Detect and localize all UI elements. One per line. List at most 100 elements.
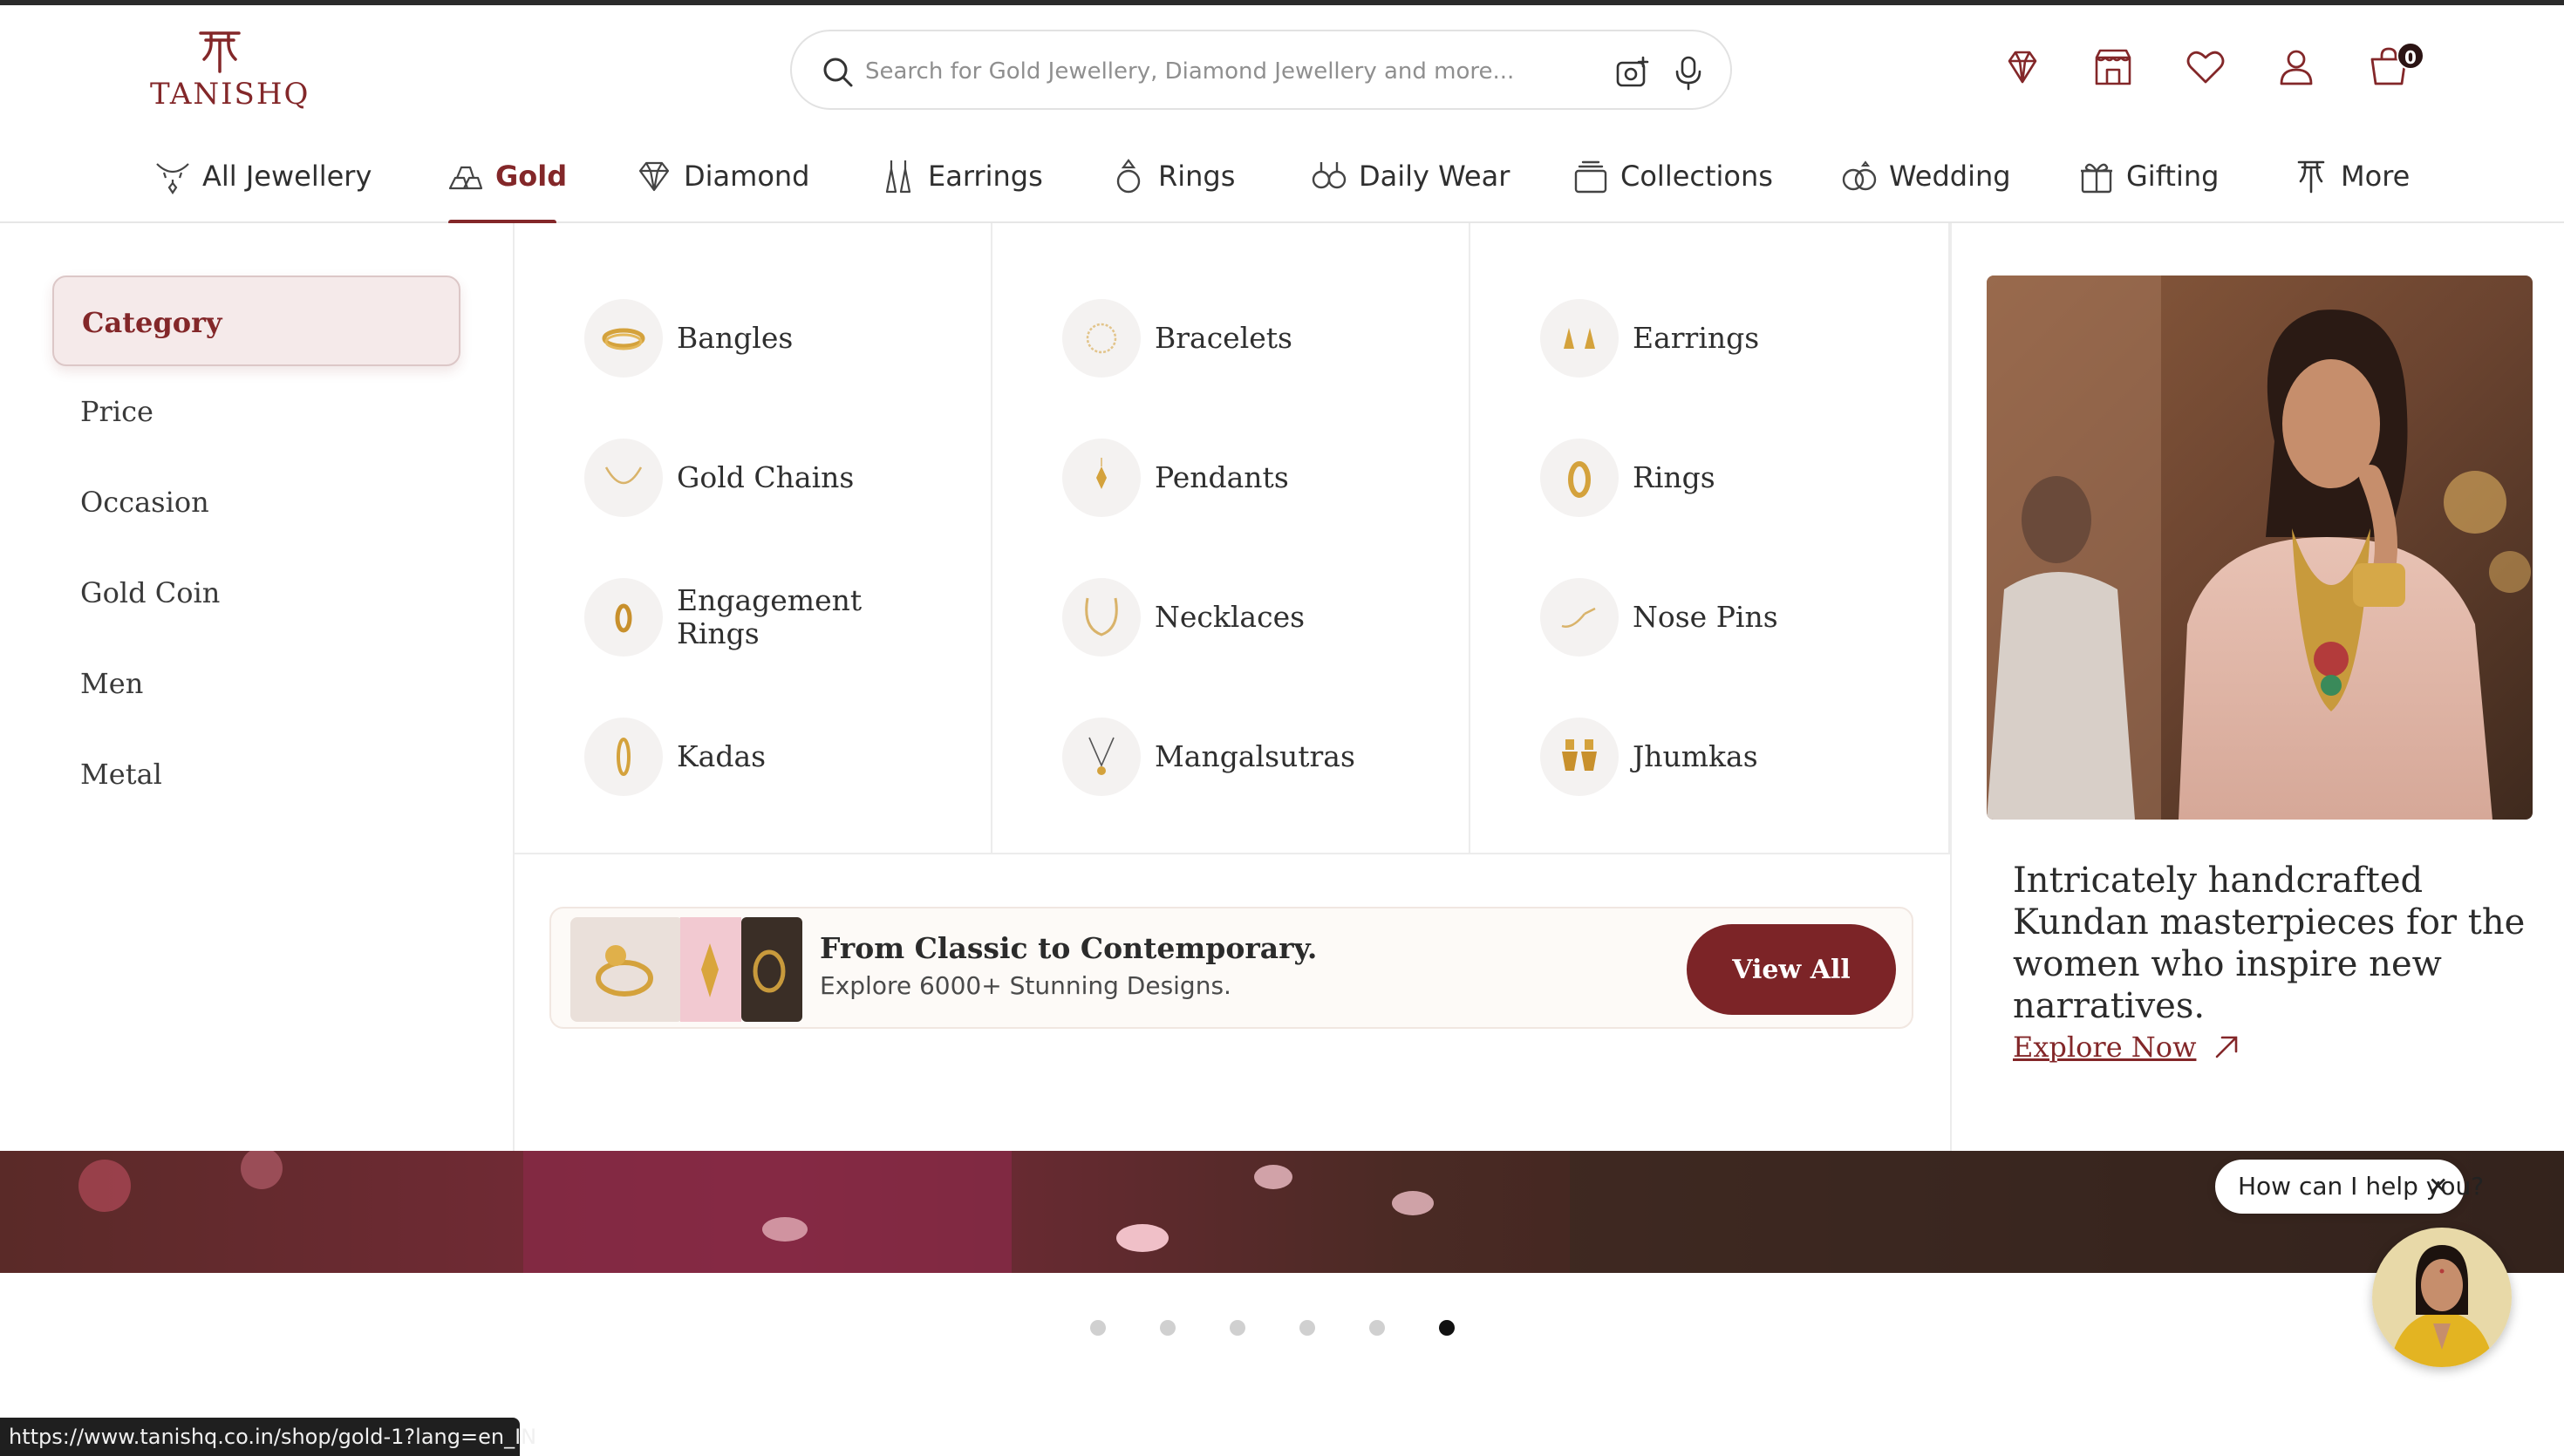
nose-pin-thumbnail	[1540, 578, 1619, 657]
filter-tab-occasion[interactable]: Occasion	[80, 457, 455, 548]
all-jewellery-icon	[156, 163, 189, 194]
carousel-dot-active[interactable]	[1439, 1320, 1455, 1336]
gold-icon	[448, 166, 483, 190]
nav-label: All Jewellery	[202, 160, 372, 193]
search-input[interactable]	[865, 49, 1545, 94]
feature-headline: Intricately handcrafted Kundan masterpie…	[2013, 861, 2526, 1026]
nav-item-gold[interactable]: Gold	[447, 148, 567, 223]
nav-item-collections[interactable]: Collections	[1572, 148, 1773, 223]
nav-item-diamond[interactable]: Diamond	[635, 148, 809, 223]
subcategory-engagement-rings[interactable]: Engagement Rings	[584, 575, 877, 659]
carousel-dot[interactable]	[1090, 1320, 1106, 1336]
nav-label: Wedding	[1889, 160, 2011, 193]
subcategory-gold-chains[interactable]: Gold Chains	[584, 436, 877, 520]
ring-icon	[1116, 159, 1141, 194]
hero-banner[interactable]	[0, 1151, 2564, 1273]
bangles-thumbnail	[584, 299, 663, 378]
earrings-icon	[885, 160, 911, 194]
nav-item-more[interactable]: More	[2292, 148, 2410, 223]
subcategory-nose-pins[interactable]: Nose Pins	[1540, 575, 1833, 659]
camera-search-icon[interactable]	[1615, 56, 1650, 91]
carousel-dots	[1090, 1320, 1474, 1341]
mangalsutra-thumbnail	[1062, 718, 1141, 796]
nav-label: Earrings	[928, 160, 1043, 193]
carousel-dot[interactable]	[1230, 1320, 1245, 1336]
feature-panel: Intricately handcrafted Kundan masterpie…	[1950, 223, 2564, 1151]
subcategory-bracelets[interactable]: Bracelets	[1062, 296, 1355, 380]
nav-label: Daily Wear	[1359, 160, 1510, 193]
subcategory-label: Bracelets	[1155, 321, 1292, 355]
subcategory-label: Earrings	[1633, 321, 1760, 355]
filter-tab-gold-coin[interactable]: Gold Coin	[80, 548, 455, 638]
nav-label: Collections	[1620, 160, 1773, 193]
nav-item-all-jewellery[interactable]: All Jewellery	[153, 148, 372, 223]
promo-product-images	[570, 917, 802, 1022]
logo-wordmark: TANISHQ	[150, 77, 310, 112]
subcategory-earrings[interactable]: Earrings	[1540, 296, 1833, 380]
subcategory-bangles[interactable]: Bangles	[584, 296, 877, 380]
search-bar[interactable]	[790, 30, 1732, 110]
filter-tab-men[interactable]: Men	[80, 638, 455, 729]
nav-item-rings[interactable]: Rings	[1109, 148, 1235, 223]
view-all-button[interactable]: View All	[1687, 924, 1896, 1015]
jhumka-thumbnail	[1540, 718, 1619, 796]
tanishq-logo[interactable]: TANISHQ	[150, 26, 310, 113]
nav-label: Gifting	[2126, 160, 2220, 193]
status-bar-url: https://www.tanishq.co.in/shop/gold-1?la…	[0, 1418, 536, 1456]
heart-icon[interactable]	[2184, 45, 2227, 89]
cart-count-badge: 0	[2397, 42, 2424, 70]
nav-label: Rings	[1158, 160, 1236, 193]
store-icon[interactable]	[2091, 45, 2135, 89]
subcategory-necklaces[interactable]: Necklaces	[1062, 575, 1355, 659]
subcategory-label: Necklaces	[1155, 600, 1306, 634]
nav-label: More	[2341, 160, 2411, 193]
arrow-up-right-icon[interactable]	[2210, 1029, 2245, 1064]
subcategory-grid: Bangles Gold Chains Engagement Rings Kad…	[515, 223, 1950, 854]
tanishq-mark-icon	[199, 31, 241, 73]
subcategory-label: Rings	[1633, 460, 1715, 494]
filter-tab-category[interactable]: Category	[52, 276, 460, 366]
collections-icon	[1574, 160, 1607, 194]
diamond-icon[interactable]	[2001, 45, 2044, 89]
subcategory-label: Engagement Rings	[677, 583, 863, 650]
subcategory-mangalsutras[interactable]: Mangalsutras	[1062, 715, 1355, 799]
earrings-thumbnail	[1540, 299, 1619, 378]
search-icon	[823, 58, 853, 87]
subcategory-label: Bangles	[677, 321, 794, 355]
carousel-dot[interactable]	[1160, 1320, 1176, 1336]
subcategory-label: Jhumkas	[1633, 739, 1758, 773]
carousel-dot[interactable]	[1299, 1320, 1315, 1336]
nav-item-gifting[interactable]: Gifting	[2077, 148, 2219, 223]
explore-now-link[interactable]: Explore Now	[2013, 1031, 2196, 1064]
promo-subtitle: Explore 6000+ Stunning Designs.	[820, 971, 1231, 1000]
microphone-icon[interactable]	[1671, 54, 1706, 91]
subcategory-rings[interactable]: Rings	[1540, 436, 1833, 520]
promo-title: From Classic to Contemporary.	[820, 931, 1318, 965]
kada-thumbnail	[584, 718, 663, 796]
user-icon[interactable]	[2274, 45, 2318, 89]
nav-item-daily-wear[interactable]: Daily Wear	[1310, 148, 1510, 223]
category-sidebar: Category Price Occasion Gold Coin Men Me…	[0, 223, 515, 1151]
column-divider	[1469, 223, 1470, 854]
subcategory-label: Pendants	[1155, 460, 1289, 494]
nav-item-earrings[interactable]: Earrings	[879, 148, 1043, 223]
daily-wear-icon	[1312, 162, 1347, 189]
close-icon[interactable]: ✕	[2428, 1172, 2448, 1201]
subcategory-label: Gold Chains	[677, 460, 855, 494]
filter-tab-price[interactable]: Price	[80, 366, 455, 457]
filter-tab-metal[interactable]: Metal	[80, 729, 455, 820]
subcategory-jhumkas[interactable]: Jhumkas	[1540, 715, 1833, 799]
subcategory-kadas[interactable]: Kadas	[584, 715, 877, 799]
nav-item-wedding[interactable]: Wedding	[1840, 148, 2011, 223]
column-divider	[991, 223, 992, 854]
tanishq-mark-icon	[2297, 160, 2325, 194]
kundan-campaign-image[interactable]	[1987, 276, 2533, 820]
pendant-thumbnail	[1062, 439, 1141, 517]
chat-assistant-avatar[interactable]	[2372, 1228, 2512, 1367]
engagement-ring-thumbnail	[584, 578, 663, 657]
carousel-dot[interactable]	[1369, 1320, 1385, 1336]
chat-help-bubble[interactable]: How can I help you? ✕	[2215, 1160, 2484, 1214]
subcategory-pendants[interactable]: Pendants	[1062, 436, 1355, 520]
gold-chain-thumbnail	[584, 439, 663, 517]
window-top-edge	[0, 0, 2564, 5]
